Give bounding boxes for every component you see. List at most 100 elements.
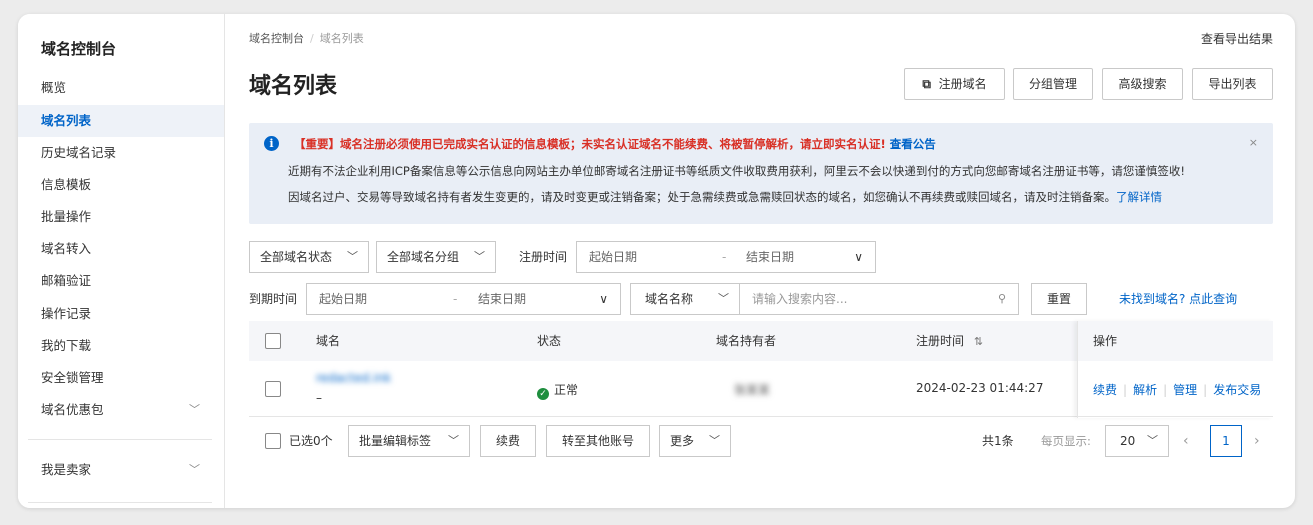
select-page-checkbox[interactable] bbox=[265, 433, 281, 449]
chevron-down-icon: ﹀ bbox=[189, 463, 200, 476]
breadcrumb-root[interactable]: 域名控制台 bbox=[249, 32, 304, 45]
owner-name: 张某某 bbox=[734, 383, 771, 397]
column-domain: 域名 bbox=[316, 334, 341, 348]
sidebar-divider bbox=[28, 502, 212, 503]
export-list-button[interactable]: 导出列表 bbox=[1192, 68, 1273, 100]
total-count: 共1条 bbox=[982, 434, 1014, 448]
sidebar: 域名控制台 概览 域名列表 历史域名记录 信息模板 批量操作 域名转入 邮箱验证… bbox=[18, 14, 225, 508]
status-badge: ✓ 正常 bbox=[537, 381, 578, 400]
group-management-button[interactable]: 分组管理 bbox=[1013, 68, 1093, 100]
advanced-search-button[interactable]: 高级搜索 bbox=[1102, 68, 1183, 100]
external-link-icon: ⧉ bbox=[922, 77, 931, 91]
exp-start-date[interactable]: 起始日期 bbox=[319, 284, 367, 314]
sort-icon[interactable]: ⇅ bbox=[974, 335, 983, 348]
register-domain-button[interactable]: ⧉ 注册域名 bbox=[904, 68, 1005, 100]
column-status: 状态 bbox=[537, 334, 562, 348]
select-all-checkbox[interactable] bbox=[265, 333, 281, 349]
view-export-results-link[interactable]: 查看导出结果 bbox=[1201, 30, 1273, 47]
breadcrumb-separator: / bbox=[310, 32, 314, 45]
sidebar-item-seller[interactable]: 我是卖家 ﹀ bbox=[18, 454, 224, 486]
sidebar-item-email-verify[interactable]: 邮箱验证 bbox=[18, 265, 224, 297]
search-icon[interactable]: ⚲ bbox=[998, 284, 1006, 314]
reg-time-value: 2024-02-23 01:44:27 bbox=[916, 381, 1044, 395]
status-filter-select[interactable]: 全部域名状态 ﹀ bbox=[249, 241, 369, 273]
sidebar-item-transfer-in[interactable]: 域名转入 bbox=[18, 233, 224, 265]
row-checkbox[interactable] bbox=[265, 381, 281, 397]
sidebar-divider bbox=[28, 439, 212, 440]
exp-end-date[interactable]: 结束日期 bbox=[478, 284, 526, 314]
notice-line-2: 近期有不法企业利用ICP备案信息等公示信息向网站主办单位邮寄域名注册证书等纸质文… bbox=[288, 164, 1185, 178]
info-icon: i bbox=[264, 136, 279, 151]
reg-end-date[interactable]: 结束日期 bbox=[746, 242, 794, 272]
sidebar-item-security-lock[interactable]: 安全锁管理 bbox=[18, 362, 224, 394]
status-text: 正常 bbox=[554, 383, 579, 397]
register-domain-label: 注册域名 bbox=[938, 77, 987, 91]
group-filter-value: 全部域名分组 bbox=[387, 250, 460, 264]
batch-edit-tag-select[interactable]: 批量编辑标签 ﹀ bbox=[348, 425, 470, 457]
selected-count: 已选0个 bbox=[289, 434, 333, 448]
chevron-down-icon: ﹀ bbox=[474, 250, 485, 263]
sidebar-item-label: 域名优惠包 bbox=[41, 402, 104, 417]
reg-time-range-picker[interactable]: 起始日期 - 结束日期 ∨ bbox=[576, 241, 876, 273]
per-page-label: 每页显示: bbox=[1041, 434, 1091, 448]
chevron-down-icon: ﹀ bbox=[189, 403, 200, 416]
ops-column-divider bbox=[1077, 321, 1273, 418]
view-announcement-link[interactable]: 查看公告 bbox=[890, 137, 936, 151]
app-window: 域名控制台 概览 域名列表 历史域名记录 信息模板 批量操作 域名转入 邮箱验证… bbox=[18, 14, 1295, 508]
chevron-down-icon: ﹀ bbox=[448, 434, 459, 447]
per-page-value: 20 bbox=[1120, 434, 1136, 448]
page-1-button[interactable]: 1 bbox=[1210, 425, 1242, 457]
learn-more-link[interactable]: 了解详情 bbox=[1116, 190, 1162, 204]
exp-time-label: 到期时间 bbox=[249, 292, 298, 306]
sidebar-title: 域名控制台 bbox=[41, 40, 117, 58]
reset-button[interactable]: 重置 bbox=[1031, 283, 1087, 315]
sidebar-item-batch[interactable]: 批量操作 bbox=[18, 201, 224, 233]
column-reg-time[interactable]: 注册时间 ⇅ bbox=[916, 321, 983, 362]
more-actions-select[interactable]: 更多 ﹀ bbox=[659, 425, 731, 457]
notice-important-text: 【重要】域名注册必须使用已完成实名认证的信息模板；未实名认证域名不能续费、将被暂… bbox=[294, 137, 886, 151]
per-page-select[interactable]: 20 ﹀ bbox=[1105, 425, 1169, 457]
search-input[interactable]: 请输入搜索内容... ⚲ bbox=[739, 283, 1019, 315]
column-reg-time-label: 注册时间 bbox=[916, 334, 965, 348]
sidebar-item-history[interactable]: 历史域名记录 bbox=[18, 137, 224, 169]
more-actions-label: 更多 bbox=[670, 434, 695, 448]
chevron-down-icon: ﹀ bbox=[1147, 434, 1158, 447]
domain-not-found-link[interactable]: 未找到域名? 点此查询 bbox=[1119, 283, 1237, 315]
sidebar-item-operation-log[interactable]: 操作记录 bbox=[18, 298, 224, 330]
breadcrumb-current: 域名列表 bbox=[319, 32, 364, 45]
chevron-down-icon: ﹀ bbox=[709, 434, 720, 447]
reg-time-label: 注册时间 bbox=[519, 250, 568, 264]
exp-time-range-picker[interactable]: 起始日期 - 结束日期 ∨ bbox=[306, 283, 621, 315]
chevron-down-icon: ∨ bbox=[854, 250, 863, 264]
sidebar-item-domain-list[interactable]: 域名列表 bbox=[18, 105, 224, 137]
chevron-down-icon: ∨ bbox=[599, 292, 608, 306]
batch-edit-tag-label: 批量编辑标签 bbox=[359, 434, 432, 448]
prev-page-icon[interactable]: ‹ bbox=[1183, 425, 1189, 457]
close-icon[interactable]: × bbox=[1249, 136, 1258, 149]
reg-start-date[interactable]: 起始日期 bbox=[589, 242, 637, 272]
table-footer: 已选0个 批量编辑标签 ﹀ 续费 转至其他账号 更多 ﹀ 共1条 每页显示: 2… bbox=[249, 425, 1273, 457]
group-filter-select[interactable]: 全部域名分组 ﹀ bbox=[376, 241, 496, 273]
batch-renew-button[interactable]: 续费 bbox=[480, 425, 536, 457]
domain-sub-text: – bbox=[316, 391, 322, 405]
page-title: 域名列表 bbox=[249, 74, 338, 99]
transfer-account-button[interactable]: 转至其他账号 bbox=[546, 425, 650, 457]
search-field-value: 域名名称 bbox=[645, 292, 694, 306]
search-field-select[interactable]: 域名名称 ﹀ bbox=[630, 283, 740, 315]
sidebar-item-overview[interactable]: 概览 bbox=[18, 72, 224, 104]
check-circle-icon: ✓ bbox=[537, 388, 549, 400]
sidebar-item-discount-pack[interactable]: 域名优惠包 ﹀ bbox=[18, 394, 224, 426]
sidebar-item-templates[interactable]: 信息模板 bbox=[18, 169, 224, 201]
notice-banner: i 【重要】域名注册必须使用已完成实名认证的信息模板；未实名认证域名不能续费、将… bbox=[249, 123, 1273, 224]
search-placeholder: 请输入搜索内容... bbox=[752, 292, 848, 306]
range-dash: - bbox=[722, 250, 727, 264]
sidebar-item-label: 我是卖家 bbox=[41, 462, 92, 477]
status-filter-value: 全部域名状态 bbox=[260, 250, 333, 264]
breadcrumb: 域名控制台 / 域名列表 bbox=[249, 30, 364, 46]
column-owner: 域名持有者 bbox=[716, 334, 777, 348]
domain-name-link[interactable]: redacted.ink bbox=[316, 371, 391, 385]
range-dash: - bbox=[453, 292, 458, 306]
notice-important: 【重要】域名注册必须使用已完成实名认证的信息模板；未实名认证域名不能续费、将被暂… bbox=[294, 136, 936, 152]
sidebar-item-downloads[interactable]: 我的下载 bbox=[18, 330, 224, 362]
next-page-icon[interactable]: › bbox=[1254, 425, 1260, 457]
